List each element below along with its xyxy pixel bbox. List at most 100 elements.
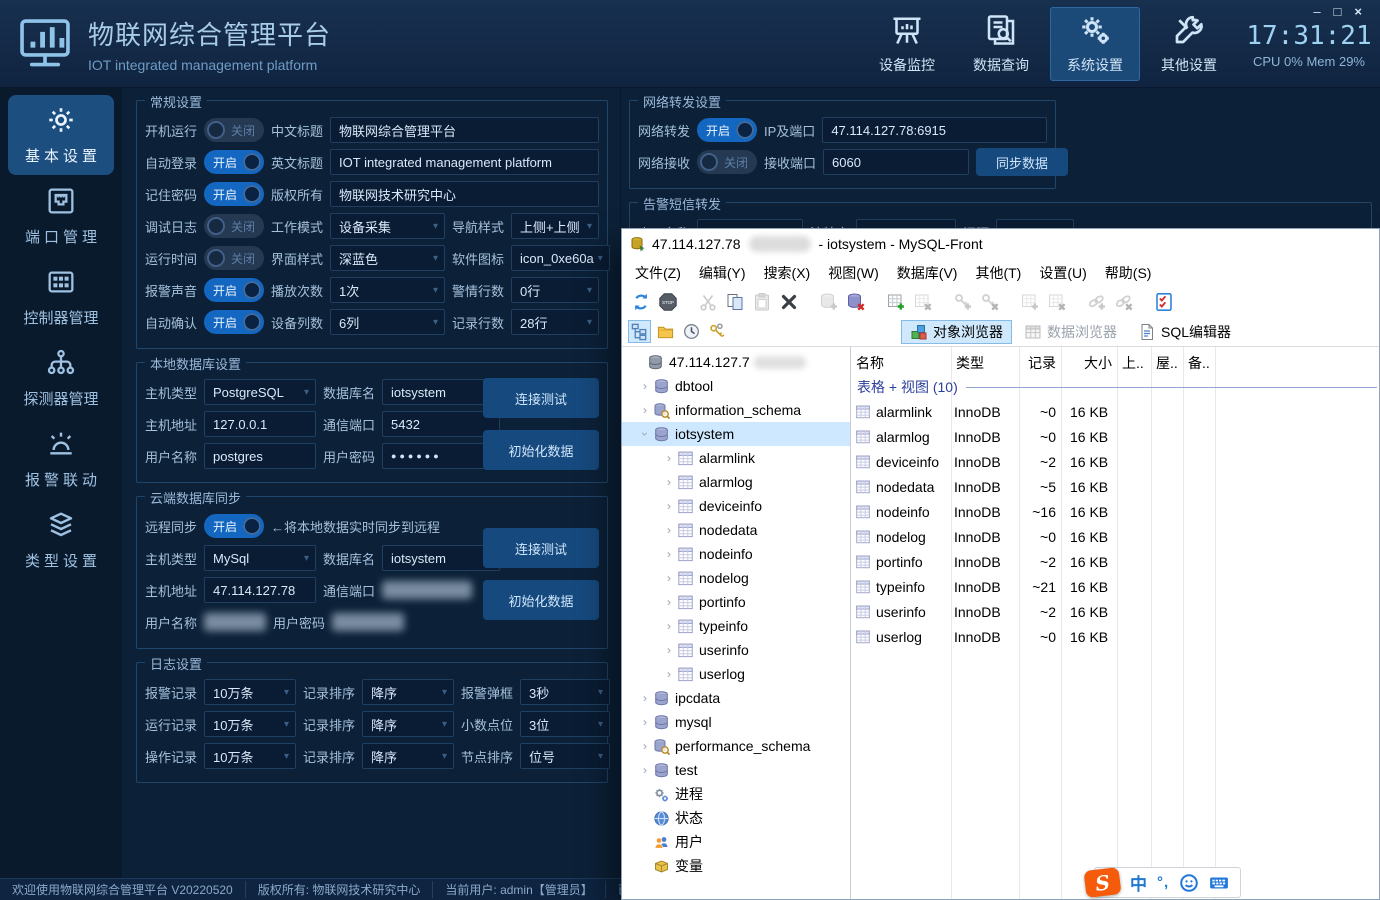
alarm-sound-toggle[interactable]: 开启 [204, 278, 264, 302]
tree-item-test[interactable]: ›test [622, 758, 850, 782]
ip-port-input[interactable] [822, 117, 1047, 143]
table-row[interactable]: alarmlinkInnoDB~016 KB [851, 399, 1379, 424]
cloud-host-type-select[interactable]: MySql▾ [204, 545, 316, 571]
run-time-toggle[interactable]: 关闭 [204, 246, 264, 270]
tab-sql-editor[interactable]: SQL编辑器 [1129, 320, 1240, 344]
nav-system-settings[interactable]: 系统设置 [1050, 7, 1140, 81]
sidebar-item-port-management[interactable]: 端口管理 [8, 176, 114, 256]
toolbar-stop-button[interactable]: STOP [657, 291, 679, 313]
tree-item-dbtool[interactable]: ›dbtool [622, 374, 850, 398]
ime-chinese-mode[interactable]: 中 [1130, 870, 1147, 895]
work-mode-select[interactable]: 设备采集▾ [330, 213, 445, 239]
cloud-host-address-input[interactable] [204, 577, 316, 603]
record-rows-select[interactable]: 28行▾ [511, 309, 599, 335]
tree-item-information_schema[interactable]: ›information_schema [622, 398, 850, 422]
receive-port-input[interactable] [823, 149, 969, 175]
chinese-title-input[interactable] [330, 117, 599, 143]
close-button[interactable]: × [1354, 5, 1362, 18]
expander-icon[interactable]: › [662, 523, 676, 537]
nav-other-settings[interactable]: 其他设置 [1144, 7, 1234, 81]
op-records-select[interactable]: 10万条▾ [204, 743, 296, 769]
table-row[interactable]: userinfoInnoDB~216 KB [851, 599, 1379, 624]
expander-icon[interactable]: › [638, 763, 652, 777]
expander-icon[interactable]: › [662, 619, 676, 633]
menu-item-x[interactable]: 搜索(X) [755, 263, 820, 283]
boot-run-toggle[interactable]: 关闭 [204, 118, 264, 142]
menu-item-z[interactable]: 文件(Z) [626, 263, 690, 283]
menu-item-v[interactable]: 数据库(V) [888, 263, 967, 283]
debug-log-toggle[interactable]: 关闭 [204, 214, 264, 238]
net-receive-toggle[interactable]: 关闭 [697, 150, 757, 174]
menu-item-s[interactable]: 帮助(S) [1096, 263, 1161, 283]
local-host-address-input[interactable] [204, 411, 316, 437]
local-username-input[interactable] [204, 443, 316, 469]
minimize-button[interactable]: – [1313, 5, 1320, 18]
tree-item-userlog[interactable]: ›userlog [622, 662, 850, 686]
cloud-connect-test-button[interactable]: 连接测试 [483, 528, 599, 568]
expander-icon[interactable]: › [662, 451, 676, 465]
table-row[interactable]: nodelogInnoDB~016 KB [851, 524, 1379, 549]
expander-icon[interactable]: › [638, 739, 652, 753]
tree-item-status-node[interactable]: 状态 [622, 806, 850, 830]
menu-item-u[interactable]: 设置(U) [1030, 263, 1095, 283]
mysql-title-bar[interactable]: 47.114.127.78 - iotsystem - MySQL-Front [622, 229, 1379, 259]
column-header[interactable]: 屋.. [1151, 353, 1183, 373]
expander-icon[interactable]: › [662, 643, 676, 657]
net-forward-toggle[interactable]: 开启 [697, 118, 757, 142]
sidebar-item-alarm-linkage[interactable]: 报警联动 [8, 419, 114, 499]
expander-icon[interactable]: › [662, 499, 676, 513]
tree-item-mysql[interactable]: ›mysql [622, 710, 850, 734]
column-header[interactable]: 大小 [1061, 353, 1117, 373]
remember-password-toggle[interactable]: 开启 [204, 182, 264, 206]
run-records-select[interactable]: 10万条▾ [204, 711, 296, 737]
ui-style-select[interactable]: 深蓝色▾ [330, 245, 445, 271]
tree-item-nodeinfo[interactable]: ›nodeinfo [622, 542, 850, 566]
toolbar-checklist-button[interactable] [1153, 291, 1175, 313]
column-header[interactable]: 类型 [951, 353, 1019, 373]
view-history-clock-button[interactable] [680, 320, 703, 343]
local-connect-test-button[interactable]: 连接测试 [483, 378, 599, 418]
expander-icon[interactable]: › [638, 691, 652, 705]
toolbar-delete-button[interactable] [778, 291, 800, 313]
remote-sync-toggle[interactable]: 开启 [204, 514, 264, 538]
expander-icon[interactable]: › [662, 547, 676, 561]
tree-item-alarmlog[interactable]: ›alarmlog [622, 470, 850, 494]
tab-object-browser[interactable]: 对象浏览器 [901, 320, 1012, 344]
play-count-select[interactable]: 1次▾ [330, 277, 445, 303]
copyright-input[interactable] [330, 181, 599, 207]
menu-item-w[interactable]: 视图(W) [819, 263, 888, 283]
auto-confirm-toggle[interactable]: 开启 [204, 310, 264, 334]
view-tree-view-button[interactable] [628, 320, 651, 343]
alarm-records-select[interactable]: 10万条▾ [204, 679, 296, 705]
table-row[interactable]: alarmlogInnoDB~016 KB [851, 424, 1379, 449]
sidebar-item-detector-management[interactable]: 探测器管理 [8, 338, 114, 418]
toolbar-table-add-button[interactable] [885, 291, 907, 313]
tree-item-iotsystem[interactable]: ›iotsystem [622, 422, 850, 446]
auto-login-toggle[interactable]: 开启 [204, 150, 264, 174]
expander-icon[interactable]: › [662, 595, 676, 609]
column-header[interactable]: 记录 [1019, 353, 1061, 373]
tree-item-users-node[interactable]: 用户 [622, 830, 850, 854]
expander-icon[interactable]: › [662, 475, 676, 489]
tree-item-userinfo[interactable]: ›userinfo [622, 638, 850, 662]
tree-item-alarmlink[interactable]: ›alarmlink [622, 446, 850, 470]
keyboard-icon[interactable] [1209, 873, 1229, 893]
toolbar-database-delete-button[interactable] [845, 291, 867, 313]
tree-item-nodedata[interactable]: ›nodedata [622, 518, 850, 542]
ime-punctuation[interactable]: °, [1157, 874, 1169, 891]
local-init-data-button[interactable]: 初始化数据 [483, 430, 599, 470]
tree-item-typeinfo[interactable]: ›typeinfo [622, 614, 850, 638]
expander-icon[interactable]: › [662, 667, 676, 681]
alarm-record-order-select[interactable]: 降序▾ [362, 679, 454, 705]
expander-icon[interactable]: › [638, 715, 652, 729]
column-header[interactable]: 备.. [1183, 353, 1215, 373]
table-row[interactable]: nodeinfoInnoDB~1616 KB [851, 499, 1379, 524]
english-title-input[interactable] [330, 149, 599, 175]
sync-data-button[interactable]: 同步数据 [976, 148, 1068, 176]
nav-device-monitor[interactable]: 设备监控 [862, 7, 952, 81]
alarm-popup-select[interactable]: 3秒▾ [520, 679, 610, 705]
tree-item-variables-node[interactable]: 变量 [622, 854, 850, 878]
sidebar-item-controller-management[interactable]: 控制器管理 [8, 257, 114, 337]
toolbar-refresh-button[interactable] [630, 291, 652, 313]
sidebar-item-type-settings[interactable]: 类型设置 [8, 500, 114, 580]
